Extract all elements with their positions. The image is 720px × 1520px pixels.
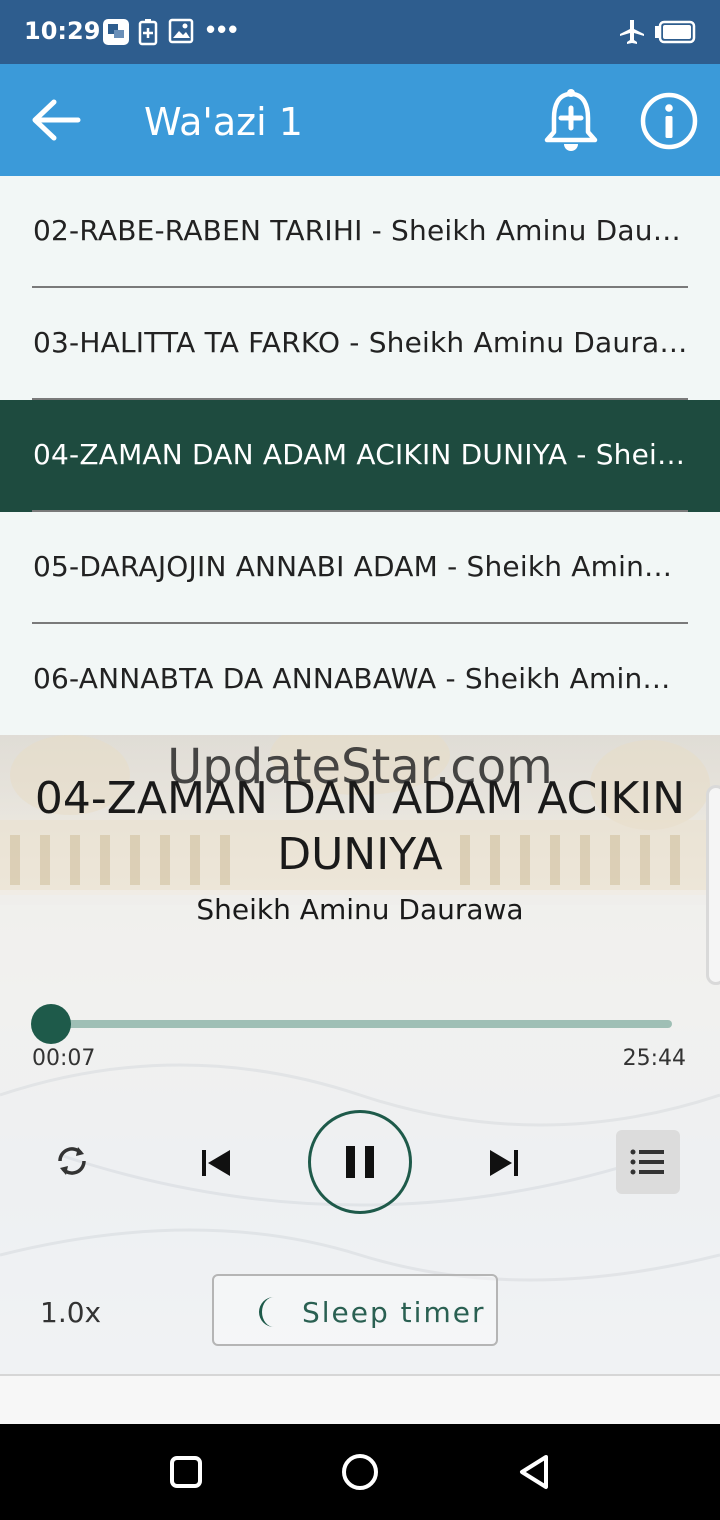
status-bar: 10:29 ••• (0, 0, 720, 64)
now-playing-title: 04-ZAMAN DAN ADAM ACIKIN DUNIYA (34, 773, 686, 880)
current-time: 00:07 (32, 1046, 96, 1071)
seek-thumb[interactable] (31, 1004, 71, 1044)
pause-icon (346, 1146, 374, 1178)
track-label: 05-DARAJOJIN ANNABI ADAM - Sheikh Aminu … (33, 550, 688, 583)
player-bottom-strip (0, 1374, 720, 1424)
track-label: 06-ANNABTA DA ANNABAWA - Sheikh Aminu Da… (33, 662, 688, 695)
total-time: 25:44 (622, 1046, 686, 1071)
skip-previous-icon[interactable] (196, 1143, 236, 1183)
track-label: 02-RABE-RABEN TARIHI - Sheikh Aminu Daur… (33, 214, 688, 247)
moon-icon (259, 1297, 274, 1327)
page-title: Wa'azi 1 (144, 100, 303, 144)
airplane-mode-icon (620, 20, 644, 44)
playback-speed[interactable]: 1.0x (40, 1296, 101, 1329)
now-playing-panel: UpdateStar.com 04-ZAMAN DAN ADAM ACIKIN … (0, 735, 720, 1375)
track-label: 03-HALITTA TA FARKO - Sheikh Aminu Daura… (33, 326, 688, 359)
recents-square-icon[interactable] (166, 1452, 206, 1492)
home-circle-icon[interactable] (340, 1452, 380, 1492)
repeat-icon[interactable] (52, 1141, 92, 1181)
track-row[interactable]: 06-ANNABTA DA ANNABAWA - Sheikh Aminu Da… (0, 624, 720, 736)
add-alarm-bell-icon[interactable] (542, 88, 600, 154)
sleep-timer-button[interactable]: Sleep timer (212, 1274, 498, 1346)
queue-button[interactable] (616, 1130, 680, 1194)
track-row[interactable]: 03-HALITTA TA FARKO - Sheikh Aminu Daura… (0, 288, 720, 400)
track-row[interactable]: 02-RABE-RABEN TARIHI - Sheikh Aminu Daur… (0, 176, 720, 288)
pause-button[interactable] (308, 1110, 412, 1214)
battery-saver-icon (138, 19, 158, 46)
back-arrow-icon[interactable] (30, 98, 82, 142)
seek-bar[interactable] (50, 1020, 672, 1028)
track-row[interactable]: 05-DARAJOJIN ANNABI ADAM - Sheikh Aminu … (0, 512, 720, 624)
image-icon (168, 18, 194, 44)
track-row-active[interactable]: 04-ZAMAN DAN ADAM ACIKIN DUNIYA - Sheikh… (0, 400, 720, 512)
app-bar: Wa'azi 1 (0, 64, 720, 176)
side-panel-handle[interactable] (706, 785, 720, 985)
status-time: 10:29 (24, 17, 101, 45)
battery-icon (655, 20, 696, 44)
queue-list-icon (630, 1149, 664, 1175)
now-playing-artist: Sheikh Aminu Daurawa (196, 893, 524, 926)
track-label: 04-ZAMAN DAN ADAM ACIKIN DUNIYA - Sheikh… (33, 438, 688, 471)
skip-next-icon[interactable] (484, 1143, 524, 1183)
info-icon[interactable] (640, 92, 698, 150)
sleep-timer-label: Sleep timer (302, 1296, 486, 1329)
back-triangle-icon[interactable] (514, 1452, 554, 1492)
system-nav-bar (0, 1424, 720, 1520)
more-notifications-icon: ••• (206, 14, 240, 44)
notification-app-icon (103, 19, 129, 45)
track-list: 02-RABE-RABEN TARIHI - Sheikh Aminu Daur… (0, 176, 720, 736)
